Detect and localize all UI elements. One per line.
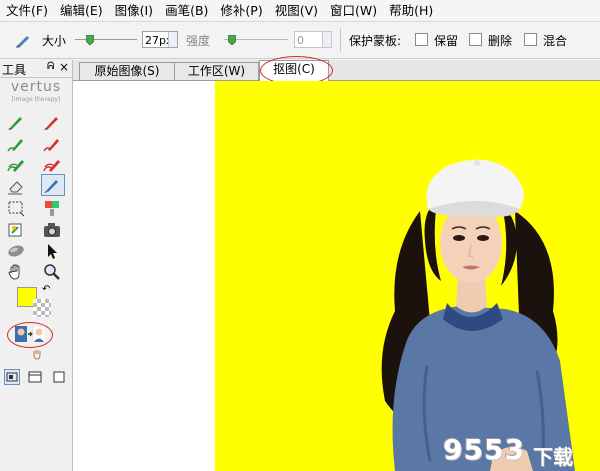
view-mode-split-icon[interactable]: [28, 370, 42, 384]
menu-brush[interactable]: 画笔(B): [159, 0, 214, 21]
keep-label: 保留: [434, 33, 459, 48]
menu-view[interactable]: 视图(V): [269, 0, 324, 21]
keep-brush-tool-icon[interactable]: [6, 112, 26, 132]
tab-workspace[interactable]: 工作区(W): [174, 62, 259, 80]
menu-file[interactable]: 文件(F): [0, 0, 54, 21]
blend-checkbox[interactable]: [524, 33, 537, 46]
options-toolbar: 大小 27px 强度 0 保护蒙板: 保留 删除 混合: [0, 22, 600, 59]
size-spin-arrows[interactable]: [168, 32, 177, 47]
zoom-tool-icon[interactable]: [42, 262, 62, 282]
brush-tool-icon: [14, 22, 32, 58]
size-slider[interactable]: [75, 39, 137, 40]
remove-brush-tool-icon[interactable]: [42, 112, 62, 132]
remove-hair-brush-icon[interactable]: [42, 134, 62, 154]
tools-panel: 工具 ᕱ × vertus [image therapy] ↶: [0, 60, 73, 471]
tools-panel-title: 工具: [2, 63, 27, 77]
protect-mask-label: 保护蒙板:: [349, 33, 402, 48]
menu-image[interactable]: 图像(I): [109, 0, 159, 21]
color-fill-tool-icon[interactable]: [42, 198, 62, 218]
strength-slider-thumb[interactable]: [227, 34, 237, 46]
keep-hair-brush-icon[interactable]: [6, 134, 26, 154]
hand-small-icon: [31, 348, 43, 360]
close-icon[interactable]: ×: [59, 60, 69, 74]
delete-label: 删除: [488, 33, 513, 48]
strength-spinbox[interactable]: 0: [294, 31, 332, 48]
portrait-image: [381, 159, 575, 471]
vertus-logo-subtitle: [image therapy]: [11, 96, 61, 103]
blend-label: 混合: [543, 33, 568, 48]
auto-select-tool-icon[interactable]: [6, 220, 26, 240]
portrait-preview-icon[interactable]: [15, 325, 46, 343]
canvas-white-area: [73, 81, 215, 471]
camera-icon[interactable]: [42, 220, 62, 240]
cutout-canvas[interactable]: 9553 下载: [215, 81, 600, 471]
pin-icon[interactable]: ᕱ: [47, 61, 54, 72]
tools-panel-header: 工具 ᕱ ×: [0, 60, 72, 78]
keep-edge-brush-icon[interactable]: [6, 155, 26, 175]
background-color-swatch[interactable]: [33, 299, 51, 317]
menu-help[interactable]: 帮助(H): [383, 0, 439, 21]
size-slider-thumb[interactable]: [85, 34, 95, 46]
size-spinbox[interactable]: 27px: [142, 31, 178, 48]
view-mode-full-icon[interactable]: [52, 370, 66, 384]
active-brush-tool-icon[interactable]: [41, 174, 65, 196]
hand-tool-icon[interactable]: [6, 262, 26, 282]
keep-checkbox[interactable]: [415, 33, 428, 46]
menu-edit[interactable]: 编辑(E): [54, 0, 109, 21]
size-label: 大小: [42, 33, 67, 48]
strength-label: 强度: [186, 33, 211, 48]
watermark-number: 9553: [443, 433, 525, 466]
view-mode-single-icon[interactable]: [4, 369, 20, 385]
swap-colors-icon[interactable]: ↶: [42, 284, 50, 295]
toolbar-separator: [340, 28, 341, 52]
rect-select-tool-icon[interactable]: [6, 198, 26, 218]
tab-original-image[interactable]: 原始图像(S): [79, 62, 175, 80]
strength-spin-arrows[interactable]: [322, 32, 331, 47]
strength-value: 0: [297, 34, 304, 47]
smudge-tool-icon[interactable]: [6, 241, 26, 261]
vertus-logo: vertus: [10, 79, 62, 95]
eraser-tool-icon[interactable]: [6, 176, 26, 196]
remove-edge-brush-icon[interactable]: [42, 155, 62, 175]
menu-window[interactable]: 窗口(W): [324, 0, 383, 21]
view-tabs: 原始图像(S) 工作区(W) 抠图(C): [73, 56, 600, 85]
delete-checkbox[interactable]: [469, 33, 482, 46]
watermark-suffix: 下载: [533, 445, 573, 469]
arrow-pointer-icon[interactable]: [42, 241, 62, 261]
menu-bar: 文件(F) 编辑(E) 图像(I) 画笔(B) 修补(P) 视图(V) 窗口(W…: [0, 0, 600, 22]
menu-repair[interactable]: 修补(P): [214, 0, 268, 21]
